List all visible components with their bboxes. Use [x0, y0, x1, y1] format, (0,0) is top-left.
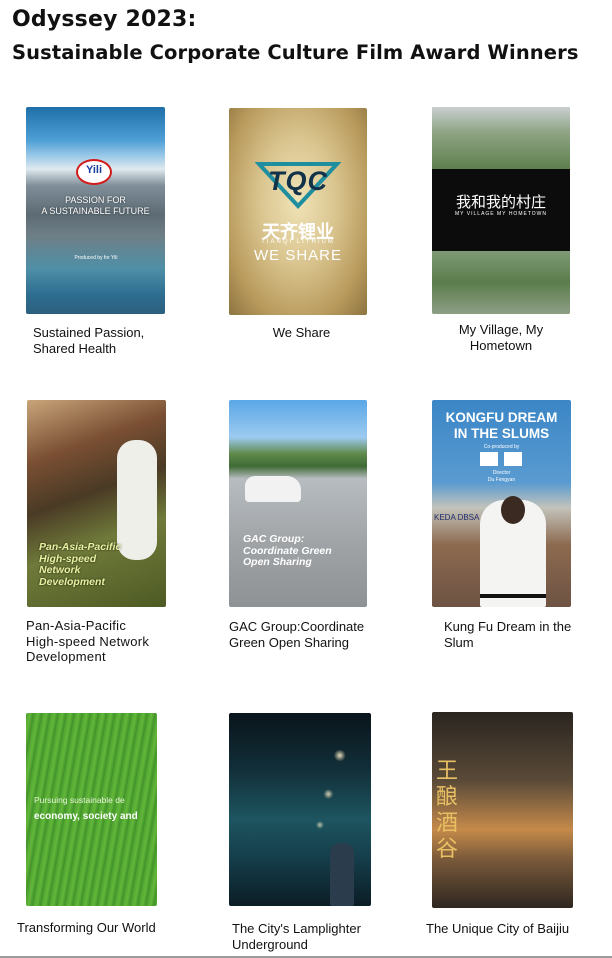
poster-bottom-landscape: [432, 251, 570, 314]
worker-figure: [330, 843, 354, 906]
title-line-2: Sustainable Corporate Culture Film Award…: [12, 41, 579, 64]
poster-my-village[interactable]: 我和我的村庄 MY VILLAGE MY HOMETOWN: [432, 107, 570, 314]
producer-logos: [480, 452, 522, 466]
poster-baijiu[interactable]: 王酿酒谷: [432, 712, 573, 908]
poster-transforming-our-world[interactable]: Pursuing sustainable de economy, society…: [26, 713, 157, 906]
tqc-logo-text: TQC: [268, 166, 328, 196]
poster-gac-group[interactable]: GAC Group: Coordinate Green Open Sharing: [229, 400, 367, 607]
title-cn: 我和我的村庄: [455, 194, 546, 211]
film-caption: Kung Fu Dream in the Slum: [444, 619, 572, 650]
tagline: WE SHARE: [253, 247, 342, 264]
poster-sustained-passion[interactable]: Yili PASSION FOR A SUSTAINABLE FUTURE Pr…: [26, 107, 165, 314]
poster-lamplighter[interactable]: [229, 713, 371, 906]
page-title: Odyssey 2023: Sustainable Corporate Cult…: [12, 6, 607, 66]
film-caption: Transforming Our World: [17, 920, 156, 935]
company-en: TIANQI LITHIUM: [261, 239, 335, 245]
poster-kung-fu-dream[interactable]: KONGFU DREAM IN THE SLUMS Co-produced by…: [432, 400, 571, 607]
poster-credit: Produced by for Yili: [74, 255, 118, 261]
poster-line-1: Pursuing sustainable de: [34, 795, 125, 805]
poster-pan-asia-pacific[interactable]: Pan-Asia-Pacific High-speed Network Deve…: [27, 400, 166, 607]
poster-headline: PASSION FOR A SUSTAINABLE FUTURE: [41, 195, 150, 216]
poster-we-share[interactable]: TQC 天齐锂业 TIANQI LITHIUM WE SHARE: [229, 108, 367, 315]
film-caption: We Share: [272, 325, 331, 340]
director-name: Du Fengyan: [487, 477, 516, 483]
car-shape: [245, 476, 301, 502]
poster-title: KONGFU DREAM IN THE SLUMS: [445, 410, 558, 441]
film-caption: My Village, My Hometown: [458, 322, 544, 353]
poster-headline: GAC Group: Coordinate Green Open Sharing: [243, 533, 332, 568]
title-line-1: Odyssey 2023:: [12, 7, 197, 32]
yili-brand-text: Yili: [85, 164, 103, 176]
poster-headline: Pan-Asia-Pacific High-speed Network Deve…: [39, 541, 122, 588]
title-en: MY VILLAGE MY HOMETOWN: [454, 211, 547, 217]
film-caption: Pan-Asia-Pacific High-speed Network Deve…: [26, 618, 150, 664]
film-caption: The Unique City of Baijiu: [426, 921, 570, 936]
poster-subtitle: Co-produced by: [483, 444, 520, 450]
title-cn: 王酿酒谷: [436, 758, 459, 861]
martial-artist-figure: [480, 496, 546, 607]
film-caption: The City's Lamplighter Underground: [232, 921, 361, 952]
poster-top-landscape: [432, 107, 570, 169]
film-caption: Sustained Passion, Shared Health: [33, 325, 145, 356]
poster-line-2: economy, society and: [34, 811, 138, 822]
director-label: Director: [492, 470, 511, 476]
film-caption: GAC Group:Coordinate Green Open Sharing: [229, 619, 365, 650]
